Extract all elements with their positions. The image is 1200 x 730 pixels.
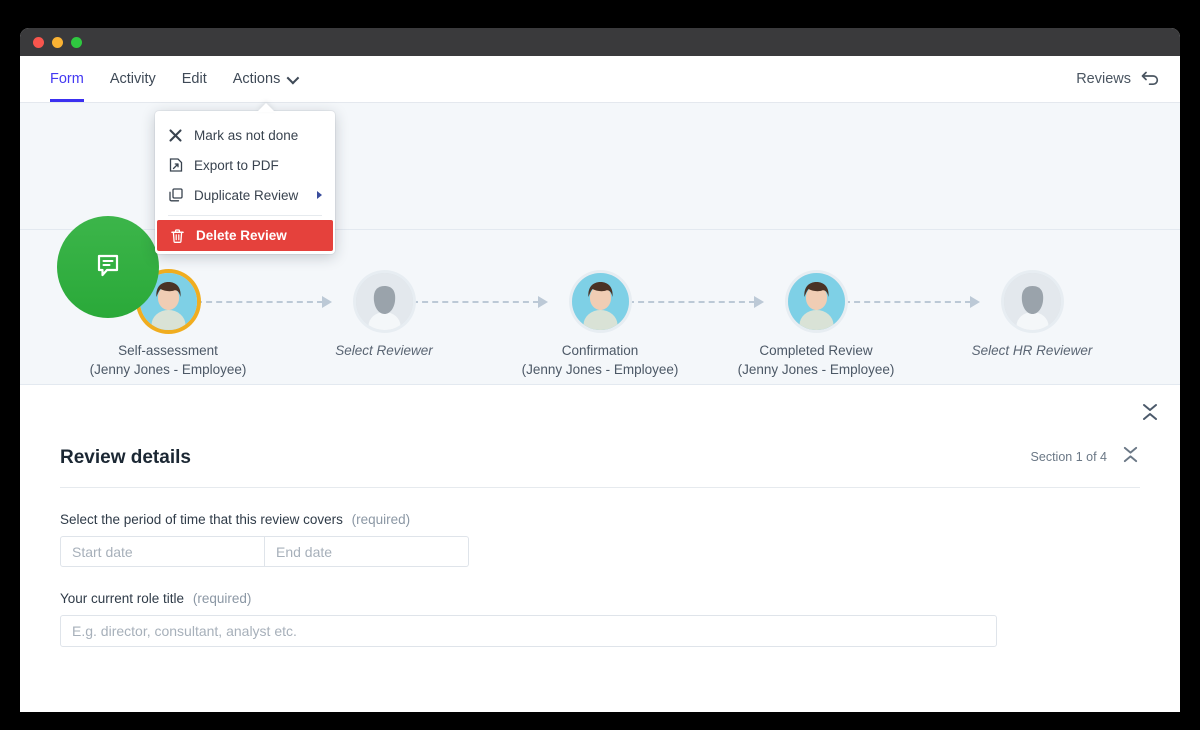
section-header: Review details Section 1 of 4 [60, 445, 1140, 488]
window-close-button[interactable] [33, 36, 44, 48]
review-details-section: Review details Section 1 of 4 Select the… [40, 385, 1160, 647]
stepper-step-name: Confirmation [561, 343, 639, 358]
stepper-step-sub: (Jenny Jones - Employee) [521, 362, 679, 377]
field-label-text: Select the period of time that this revi… [60, 512, 343, 527]
stepper-step-completed-review[interactable]: Completed Review (Jenny Jones - Employee… [716, 273, 980, 379]
status-badge[interactable] [57, 216, 159, 318]
date-range-row [60, 536, 1140, 567]
tab-activity-label: Activity [109, 71, 156, 87]
field-label-text: Your current role title [60, 591, 185, 606]
main-tabbar: Form Activity Edit Actions Reviews [20, 56, 1180, 103]
avatar [787, 273, 845, 330]
submenu-arrow-icon [317, 191, 322, 199]
stepper-step-select-reviewer[interactable]: Select Reviewer [284, 273, 548, 360]
stepper-step-label: Completed Review (Jenny Jones - Employee… [738, 341, 895, 379]
collapse-icon [1143, 404, 1157, 420]
menu-item-label: Mark as not done [194, 127, 299, 143]
stepper-step-label: Select HR Reviewer [972, 341, 1093, 360]
menu-item-export-to-pdf[interactable]: Export to PDF [155, 150, 335, 180]
stepper-step-select-hr-reviewer[interactable]: Select HR Reviewer [932, 273, 1132, 360]
export-pdf-icon [168, 158, 183, 172]
avatar [1003, 273, 1061, 330]
undo-arrow-icon [1141, 69, 1160, 90]
menu-item-delete-review[interactable]: Delete Review [157, 220, 333, 251]
field-label: Your current role title (required) [60, 591, 1140, 606]
section-collapse-button[interactable] [1121, 445, 1140, 469]
menu-item-label: Delete Review [196, 228, 287, 243]
form-body: Review details Section 1 of 4 Select the… [20, 385, 1180, 712]
x-mark-icon [168, 128, 183, 142]
menu-divider [168, 215, 322, 216]
tab-actions[interactable]: Actions [220, 56, 310, 102]
tab-activity[interactable]: Activity [97, 56, 169, 102]
window-minimize-button[interactable] [52, 36, 63, 48]
collapse-icon [1123, 446, 1138, 463]
menu-item-duplicate-review[interactable]: Duplicate Review [155, 180, 335, 210]
comment-bubble-icon [91, 248, 125, 287]
window-titlebar [20, 28, 1180, 56]
menu-item-mark-as-not-done[interactable]: Mark as not done [155, 120, 335, 150]
field-label: Select the period of time that this revi… [60, 512, 1140, 527]
duplicate-icon [168, 188, 183, 202]
stepper-step-label: Self-assessment (Jenny Jones - Employee) [90, 341, 247, 379]
collapse-all-button[interactable] [1140, 402, 1160, 427]
reviews-back-link[interactable]: Reviews [1076, 56, 1160, 102]
required-marker: (required) [192, 591, 252, 606]
section-title: Review details [60, 447, 191, 468]
actions-dropdown-menu: Mark as not done Export to PDF Duplicate… [155, 111, 335, 254]
stepper-step-name: Select Reviewer [335, 343, 433, 358]
window-maximize-button[interactable] [71, 36, 82, 48]
chevron-down-icon [286, 71, 300, 84]
stepper-step-name: Select HR Reviewer [971, 343, 1093, 358]
avatar [355, 273, 413, 330]
trash-icon [170, 228, 185, 243]
app-window: Form Activity Edit Actions Reviews Self-… [20, 28, 1180, 712]
reviews-label: Reviews [1076, 71, 1131, 87]
section-header-right: Section 1 of 4 [1031, 445, 1140, 469]
tab-form-label: Form [50, 71, 84, 87]
stepper-step-sub: (Jenny Jones - Employee) [737, 362, 895, 377]
tab-edit-label: Edit [181, 71, 207, 87]
required-marker: (required) [351, 512, 411, 527]
tab-edit[interactable]: Edit [169, 56, 220, 102]
end-date-input[interactable] [265, 536, 469, 567]
section-count: Section 1 of 4 [1030, 450, 1107, 464]
tab-form[interactable]: Form [37, 56, 97, 102]
avatar [571, 273, 629, 330]
menu-item-label: Export to PDF [194, 157, 279, 173]
stepper-step-name: Self-assessment [118, 343, 218, 358]
stepper-step-confirmation[interactable]: Confirmation (Jenny Jones - Employee) [500, 273, 764, 379]
stepper-step-label: Select Reviewer [335, 341, 433, 360]
field-role-title: Your current role title (required) [60, 591, 1140, 647]
role-title-input[interactable] [60, 615, 997, 647]
tab-actions-label: Actions [232, 71, 281, 87]
menu-item-label: Duplicate Review [194, 187, 299, 203]
tab-list: Form Activity Edit Actions [37, 56, 309, 102]
start-date-input[interactable] [60, 536, 265, 567]
stepper-step-name: Completed Review [759, 343, 873, 358]
stepper-step-label: Confirmation (Jenny Jones - Employee) [522, 341, 679, 379]
stepper-step-sub: (Jenny Jones - Employee) [89, 362, 247, 377]
field-review-period: Select the period of time that this revi… [60, 512, 1140, 567]
